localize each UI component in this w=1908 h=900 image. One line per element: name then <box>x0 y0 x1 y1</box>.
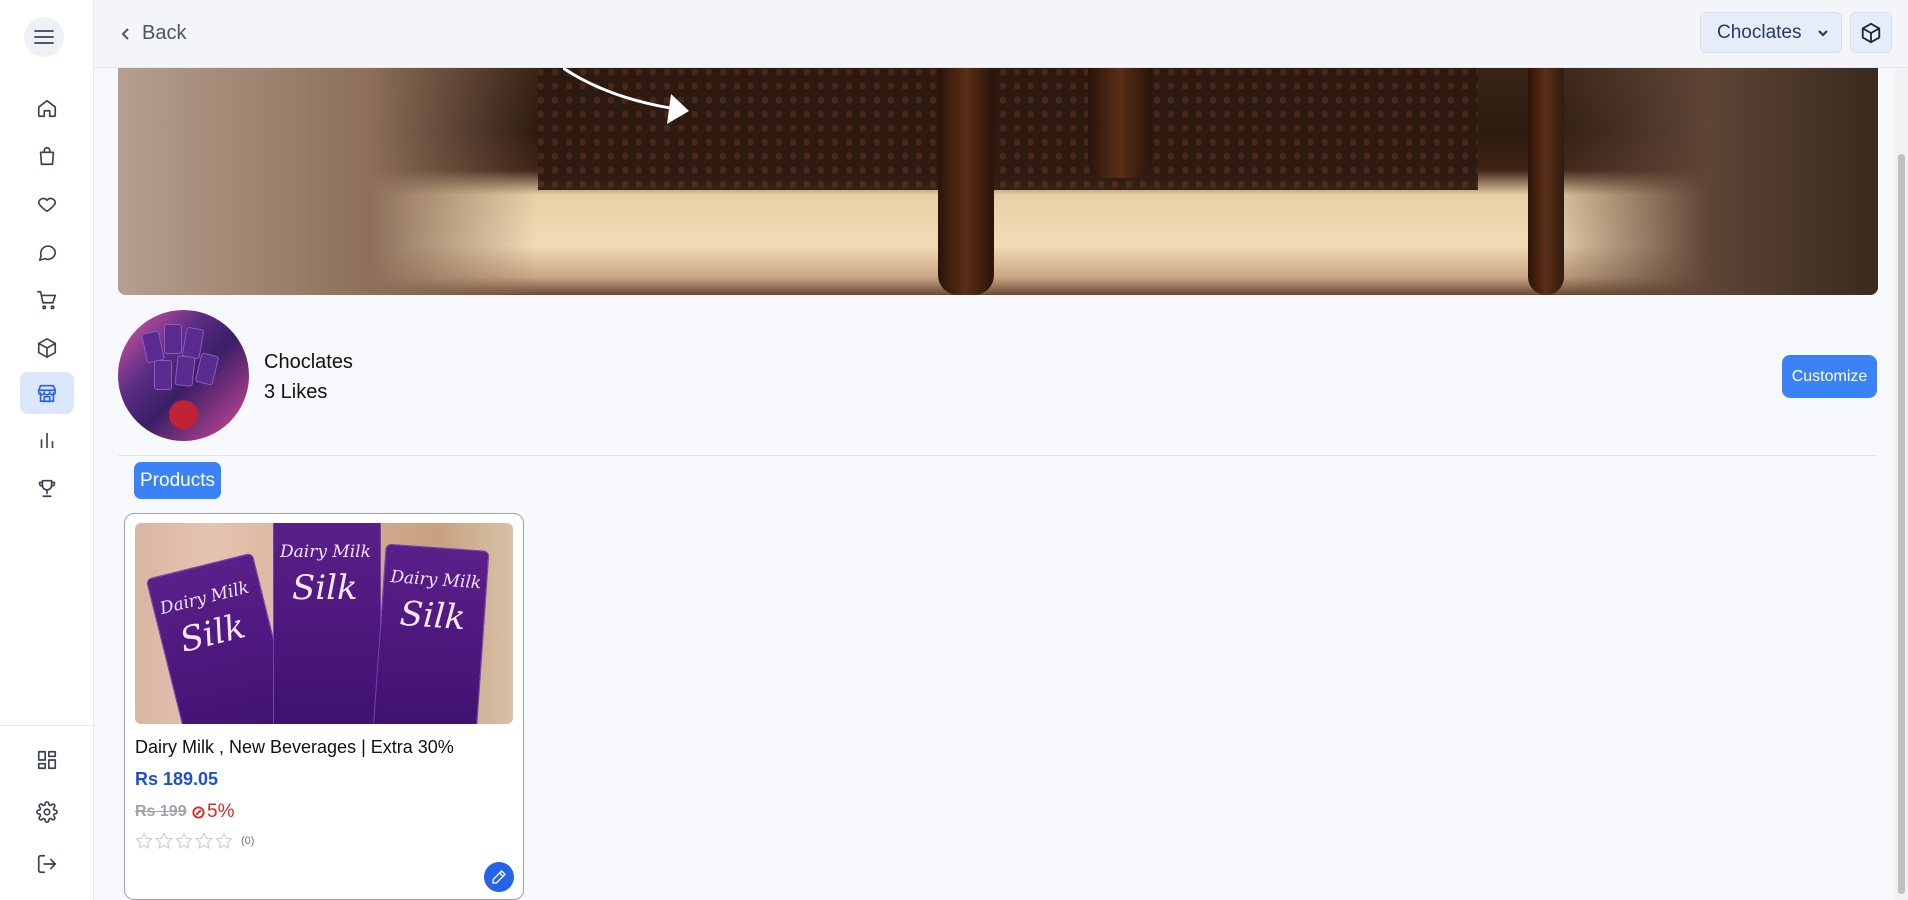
store-banner-image <box>118 68 1878 295</box>
product-card[interactable]: Dairy Milk Silk Dairy Milk Silk Dairy Mi… <box>124 513 524 900</box>
store-select-dropdown[interactable]: Choclates <box>1700 12 1842 53</box>
sidebar-item-logout[interactable] <box>20 843 74 885</box>
sidebar-divider <box>0 725 94 726</box>
chevron-down-icon <box>1817 29 1828 37</box>
review-count: (0) <box>241 835 255 847</box>
chevron-left-icon <box>121 27 129 40</box>
cube-icon <box>1861 22 1881 43</box>
sidebar-item-analytics[interactable] <box>20 419 74 461</box>
edit-product-button[interactable] <box>484 862 514 892</box>
logout-icon <box>37 854 57 874</box>
gear-icon <box>36 801 58 823</box>
pencil-icon <box>492 870 506 884</box>
sidebar-item-dashboard[interactable] <box>20 739 74 781</box>
sidebar-item-store[interactable] <box>20 372 74 414</box>
hamburger-icon <box>34 30 54 44</box>
store-icon <box>37 384 57 403</box>
sidebar-item-messages[interactable] <box>20 231 74 273</box>
product-rating: (0) <box>135 832 254 850</box>
shopping-bag-icon <box>39 146 55 166</box>
customize-button[interactable]: Customize <box>1782 355 1877 398</box>
arrow-decoration <box>563 68 689 124</box>
bar-chart-icon <box>40 432 54 449</box>
sidebar-item-home[interactable] <box>20 87 74 129</box>
discount-icon <box>192 805 205 819</box>
sidebar-item-settings[interactable] <box>20 791 74 833</box>
product-title[interactable]: Dairy Milk , New Beverages | Extra 30% <box>135 737 454 758</box>
box-button[interactable] <box>1850 12 1892 53</box>
back-label: Back <box>142 22 187 44</box>
back-button[interactable]: Back <box>118 22 186 45</box>
star-icon <box>195 832 213 850</box>
store-likes-count: 3 Likes <box>264 381 328 403</box>
store-avatar <box>118 310 249 441</box>
tab-products[interactable]: Products <box>134 462 221 499</box>
sidebar-item-shop[interactable] <box>20 135 74 177</box>
product-discount-value: 5% <box>207 801 235 822</box>
trophy-icon <box>38 479 56 498</box>
top-bar: Back Choclates <box>94 0 1908 68</box>
product-discount: 5% <box>192 801 234 823</box>
star-icon <box>175 832 193 850</box>
sidebar-item-favorites[interactable] <box>20 183 74 225</box>
heart-icon <box>37 197 57 213</box>
sidebar-item-products[interactable] <box>20 327 74 369</box>
chat-icon <box>38 245 57 262</box>
store-select-value: Choclates <box>1717 21 1802 43</box>
page-scrollbar[interactable] <box>1895 68 1908 900</box>
product-price: Rs 189.05 <box>135 769 219 789</box>
cart-icon <box>37 290 57 310</box>
product-original-price: Rs 199 <box>135 803 187 820</box>
product-image: Dairy Milk Silk Dairy Milk Silk Dairy Mi… <box>135 523 513 724</box>
sidebar <box>0 0 94 900</box>
star-icon <box>215 832 233 850</box>
star-icon <box>155 832 173 850</box>
grid-icon <box>37 750 57 770</box>
box-icon <box>37 338 57 358</box>
sidebar-item-cart[interactable] <box>20 279 74 321</box>
store-name: Choclates <box>264 351 353 373</box>
sidebar-item-rewards[interactable] <box>20 467 74 509</box>
scrollbar-thumb[interactable] <box>1898 154 1905 894</box>
home-icon <box>37 99 57 118</box>
section-divider <box>118 455 1878 456</box>
hamburger-menu-button[interactable] <box>24 17 64 57</box>
star-icon <box>135 832 153 850</box>
